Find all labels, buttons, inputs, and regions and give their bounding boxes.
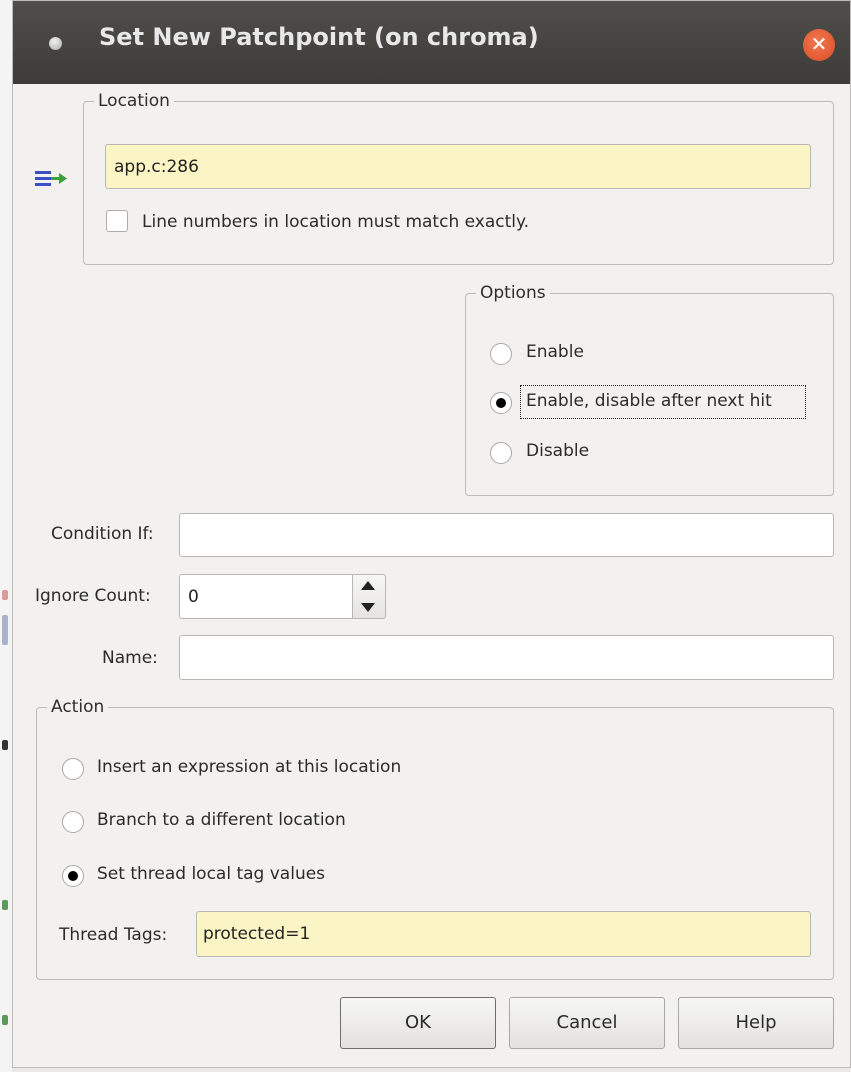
ok-button[interactable]: OK xyxy=(340,997,496,1049)
action-insert-label[interactable]: Insert an expression at this location xyxy=(97,757,401,777)
option-enable-disable-radio[interactable] xyxy=(490,392,512,414)
title-bar[interactable]: Set New Patchpoint (on chroma) ✕ xyxy=(13,1,850,84)
condition-input[interactable] xyxy=(179,513,834,557)
window-menu-icon[interactable] xyxy=(49,37,62,50)
background-marker xyxy=(2,900,8,910)
location-value: app.c:286 xyxy=(114,156,199,177)
thread-tags-input[interactable]: protected=1 xyxy=(196,911,811,957)
background-marker xyxy=(2,1015,8,1025)
action-branch-label[interactable]: Branch to a different location xyxy=(97,810,346,830)
background-marker xyxy=(2,590,8,600)
background-marker xyxy=(2,615,8,645)
background-marker xyxy=(2,740,8,750)
action-thread-tags-label[interactable]: Set thread local tag values xyxy=(97,864,325,884)
exact-match-checkbox[interactable] xyxy=(106,210,128,232)
action-legend: Action xyxy=(51,697,105,717)
background-window-edge xyxy=(0,0,12,1072)
action-branch-radio[interactable] xyxy=(62,811,84,833)
action-thread-tags-radio[interactable] xyxy=(62,865,84,887)
name-input[interactable] xyxy=(179,635,834,680)
option-enable-disable-label[interactable]: Enable, disable after next hit xyxy=(526,391,772,411)
thread-tags-value: protected=1 xyxy=(203,924,311,944)
location-arrow-icon xyxy=(35,171,67,186)
option-enable-radio[interactable] xyxy=(490,343,512,365)
option-disable-radio[interactable] xyxy=(490,442,512,464)
close-icon: ✕ xyxy=(810,32,828,56)
location-legend: Location xyxy=(98,91,170,111)
option-enable-label[interactable]: Enable xyxy=(526,342,584,362)
options-legend: Options xyxy=(480,283,546,303)
option-disable-label[interactable]: Disable xyxy=(526,441,589,461)
close-button[interactable]: ✕ xyxy=(803,29,835,61)
condition-label: Condition If: xyxy=(51,524,154,544)
patchpoint-dialog: Set New Patchpoint (on chroma) ✕ Locatio… xyxy=(12,0,851,1068)
ignore-count-label: Ignore Count: xyxy=(35,586,151,606)
ignore-count-value: 0 xyxy=(188,586,199,607)
thread-tags-label: Thread Tags: xyxy=(59,925,168,945)
location-input[interactable]: app.c:286 xyxy=(105,144,811,189)
action-insert-radio[interactable] xyxy=(62,758,84,780)
cancel-button[interactable]: Cancel xyxy=(509,997,665,1049)
name-label: Name: xyxy=(102,648,158,668)
ignore-count-input[interactable]: 0 xyxy=(179,574,353,619)
decrement-icon[interactable] xyxy=(361,603,375,612)
help-button[interactable]: Help xyxy=(678,997,834,1049)
dialog-title: Set New Patchpoint (on chroma) xyxy=(99,23,539,51)
increment-icon[interactable] xyxy=(361,581,375,590)
exact-match-label[interactable]: Line numbers in location must match exac… xyxy=(142,212,529,232)
ignore-count-spinner[interactable] xyxy=(353,574,386,619)
